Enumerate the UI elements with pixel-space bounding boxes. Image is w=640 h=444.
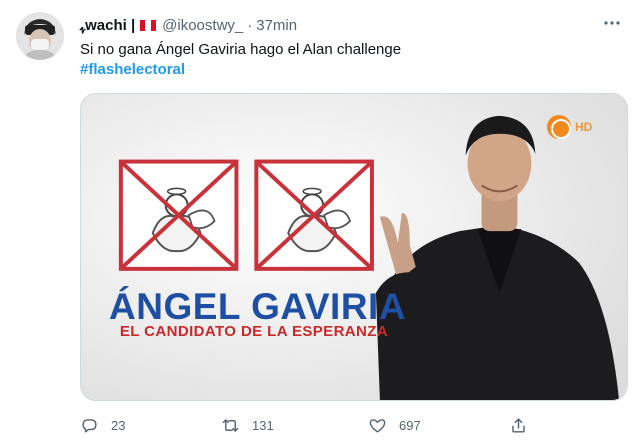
separator-dot: · <box>247 16 253 34</box>
share-button[interactable] <box>509 413 528 437</box>
tweet-card[interactable]: ﮩwachi | @ikoostwy_ · 37min Si no gana Á… <box>0 0 640 444</box>
tweet-actions: 23 131 697 <box>80 413 628 437</box>
retweet-icon <box>222 418 239 432</box>
like-count: 697 <box>399 417 421 433</box>
tweet-header: ﮩwachi | @ikoostwy_ · 37min <box>80 14 297 36</box>
peru-flag-icon <box>140 19 157 31</box>
tweet-media[interactable]: HD ÁNGEL GAVIRIA EL CANDIDATO DE LA ESPE… <box>80 93 628 401</box>
avatar-image <box>16 12 64 60</box>
media-headline: ÁNGEL GAVIRIA <box>109 286 407 327</box>
user-handle[interactable]: @ikoostwy_ <box>162 17 243 34</box>
like-button[interactable]: 697 <box>368 413 421 437</box>
avatar[interactable] <box>16 12 64 60</box>
tweet-text: Si no gana Ángel Gaviria hago el Alan ch… <box>80 41 402 58</box>
crossed-angel-box-right <box>254 159 374 271</box>
media-image <box>81 94 627 400</box>
channel-logo-icon: HD <box>547 114 601 140</box>
reply-count: 23 <box>111 417 126 433</box>
channel-logo-label: HD <box>575 120 593 134</box>
display-name[interactable]: ﮩwachi | <box>80 17 135 34</box>
share-icon <box>512 417 525 433</box>
hashtag-link[interactable]: #flashelectoral <box>80 61 185 78</box>
retweet-button[interactable]: 131 <box>221 413 274 437</box>
media-subline: EL CANDIDATO DE LA ESPERANZA <box>119 323 389 340</box>
like-icon <box>369 418 386 433</box>
retweet-count: 131 <box>252 417 274 433</box>
tweet-timestamp[interactable]: 37min <box>256 17 297 34</box>
more-icon[interactable] <box>598 12 626 34</box>
reply-button[interactable]: 23 <box>80 413 125 437</box>
reply-icon <box>82 418 97 433</box>
crossed-angel-box-left <box>118 159 239 271</box>
